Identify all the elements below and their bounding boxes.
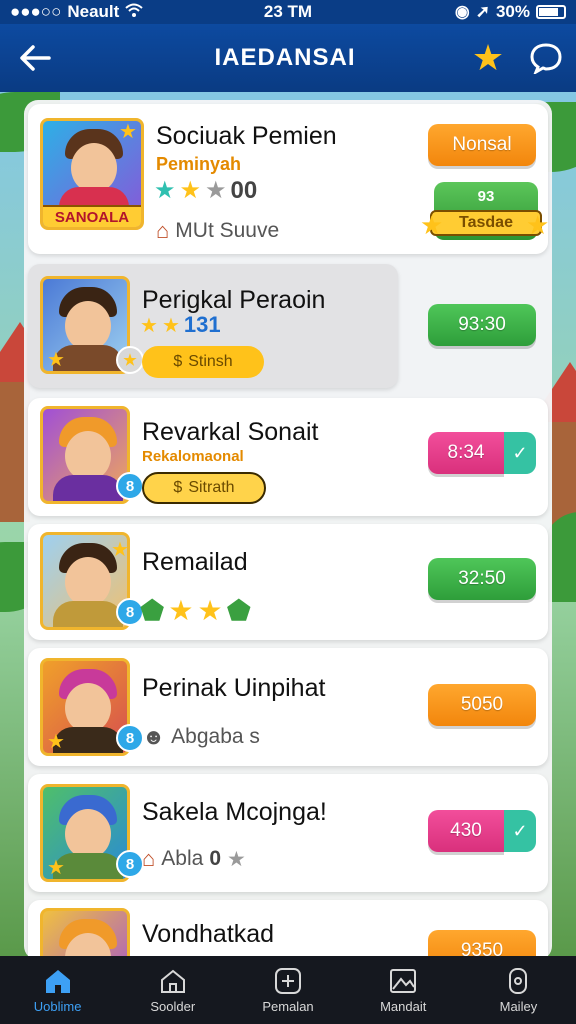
status-bar: ●●●○○ Neault 23 TM ◉ ➚ 30% xyxy=(0,0,576,24)
player-subtitle: Peminyah xyxy=(156,154,242,174)
rating-stars: ★ ★ 131 xyxy=(140,312,221,338)
star-icon: ★ xyxy=(47,857,65,879)
group-icon: ☻ xyxy=(142,724,166,749)
favorite-star-button[interactable]: ★ xyxy=(460,37,516,79)
list-item[interactable]: ★ 8 Perinak Uinpihat ☻ Abgaba s 5050 xyxy=(28,648,548,766)
player-meta: ⌂ MUt Suuve xyxy=(156,218,280,243)
plus-square-icon xyxy=(273,967,303,995)
star-icon: ★ xyxy=(47,349,65,371)
image-frame-icon xyxy=(388,967,418,995)
nav-item-mailey[interactable]: Mailey xyxy=(461,956,576,1024)
bottom-navigation: Uoblime Soolder Pemalan Mandait Mailey xyxy=(0,956,576,1024)
chat-bubble-icon xyxy=(530,43,562,74)
nav-item-soolder[interactable]: Soolder xyxy=(115,956,230,1024)
player-meta: ⌂ Abla 0 ★ xyxy=(142,846,246,871)
list-item[interactable]: Vondhatkad 9350 xyxy=(28,900,548,960)
shield-icon: ⬟ xyxy=(226,595,251,626)
star-icon: ★ xyxy=(227,847,246,871)
coin-icon: $ xyxy=(173,479,183,496)
star-icon: ★ xyxy=(471,37,505,78)
player-subtitle: Rekalomaonal xyxy=(142,448,244,465)
player-name: Revarkal Sonait xyxy=(142,418,319,446)
tag-pill[interactable]: $ Stinsh xyxy=(142,346,264,378)
rating-stars: ★ ★ ★ 00 xyxy=(154,176,257,205)
rating-stars: ⬟ ★ ★ ⬟ xyxy=(140,594,251,627)
time-button[interactable]: 430 xyxy=(428,810,504,852)
time-button[interactable]: 5050 xyxy=(428,684,536,726)
back-button[interactable] xyxy=(0,24,70,92)
reward-button[interactable]: 93 Tasdae ★ ★ xyxy=(420,182,549,240)
check-icon: ✓ xyxy=(512,820,528,841)
check-button[interactable]: ✓ xyxy=(504,810,536,852)
player-name: Vondhatkad xyxy=(142,920,275,948)
home-icon xyxy=(43,967,73,995)
location-icon: ➚ xyxy=(475,2,490,21)
rating-value: 131 xyxy=(183,312,221,337)
reward-value: 93 xyxy=(477,188,495,205)
list-item[interactable]: SANOALA ★ Sociuak Pemien Peminyah ★ ★ ★ … xyxy=(28,104,549,254)
star-icon: ★ xyxy=(47,731,65,753)
check-icon: ✓ xyxy=(512,442,528,463)
check-button[interactable]: ✓ xyxy=(504,432,536,474)
time-button[interactable]: 32:50 xyxy=(428,558,536,600)
signal-icon: ●●●○○ xyxy=(10,2,62,21)
coin-icon: $ xyxy=(173,353,183,370)
time-button[interactable]: 93:30 xyxy=(428,304,536,346)
star-badge: ★ xyxy=(116,346,144,374)
carrier-label: Neault xyxy=(67,2,120,21)
list-item[interactable]: ★ 8 Remailad ⬟ ★ ★ ⬟ 32:50 xyxy=(28,524,548,640)
player-name: Perinak Uinpihat xyxy=(142,674,326,702)
star-icon: ★ xyxy=(420,210,444,240)
rating-value: 00 xyxy=(230,176,258,204)
star-icon: ★ xyxy=(154,177,176,204)
player-name: Sociuak Pemien xyxy=(156,122,337,150)
leaderboard-list: SANOALA ★ Sociuak Pemien Peminyah ★ ★ ★ … xyxy=(24,100,552,960)
nav-item-home[interactable]: Uoblime xyxy=(0,956,115,1024)
avatar xyxy=(40,908,130,960)
tag-pill[interactable]: $ Sitrath xyxy=(142,472,266,504)
star-icon: ★ xyxy=(205,177,227,204)
nav-item-pemalan[interactable]: Pemalan xyxy=(230,956,345,1024)
avatar-label: SANOALA xyxy=(43,205,141,227)
battery-label: 30% xyxy=(495,2,530,21)
player-meta: ☻ Abgaba s xyxy=(142,724,260,749)
list-item[interactable]: 8 Revarkal Sonait Rekalomaonal $ Sitrath… xyxy=(28,398,548,516)
star-icon: ★ xyxy=(119,121,137,143)
level-badge: 8 xyxy=(116,472,144,500)
avatar: SANOALA ★ xyxy=(40,118,144,230)
house-icon: ⌂ xyxy=(156,218,170,243)
time-button[interactable]: 8:34 xyxy=(428,432,504,474)
wifi-icon xyxy=(125,2,143,22)
status-time: 23 TM xyxy=(263,2,313,21)
house-outline-icon xyxy=(158,967,188,995)
list-item[interactable]: ★ ★ Perigkal Peraoin ★ ★ 131 $ Stinsh xyxy=(28,264,398,388)
alarm-icon: ◉ xyxy=(454,2,470,21)
level-badge: 8 xyxy=(116,724,144,752)
shield-icon: ⬟ xyxy=(140,595,165,626)
back-arrow-icon xyxy=(20,45,51,71)
page-title: IAEDANSAI xyxy=(214,44,356,71)
meta-value: 0 xyxy=(209,847,222,870)
star-icon: ★ xyxy=(197,595,223,626)
level-badge: 8 xyxy=(116,850,144,878)
phone-icon xyxy=(503,967,533,995)
nav-item-mandait[interactable]: Mandait xyxy=(346,956,461,1024)
battery-icon xyxy=(536,5,566,19)
house-icon: ⌂ xyxy=(142,846,156,871)
player-name: Remailad xyxy=(142,548,248,576)
star-icon: ★ xyxy=(168,595,194,626)
chat-button[interactable] xyxy=(516,42,576,74)
star-icon: ★ xyxy=(179,177,202,204)
list-item[interactable]: ★ 8 Sakela Mcojnga! ⌂ Abla 0 ★ 430 ✓ xyxy=(28,774,548,892)
primary-action-button[interactable]: Nonsal xyxy=(428,124,536,166)
app-header: IAEDANSAI ★ xyxy=(0,24,576,92)
star-icon: ★ xyxy=(526,210,550,240)
star-icon: ★ xyxy=(140,314,158,337)
player-name: Sakela Mcojnga! xyxy=(142,798,327,826)
star-icon: ★ xyxy=(161,314,180,337)
star-icon: ★ xyxy=(111,539,129,561)
player-name: Perigkal Peraoin xyxy=(142,286,326,314)
